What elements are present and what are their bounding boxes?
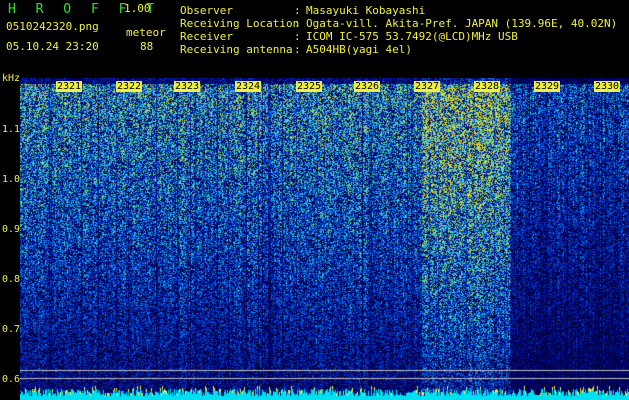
info-separator: : <box>294 4 301 17</box>
x-tick-label: 2326 <box>354 81 381 92</box>
info-key: Observer <box>180 4 233 17</box>
info-row-receiver: Receiver: ICOM IC-575 53.7492(@LCD)MHz US… <box>180 30 617 43</box>
x-tick-label: 2324 <box>235 81 262 92</box>
info-row-location: Receiving Location: Ogata-vill. Akita-Pre… <box>180 17 617 30</box>
info-value: A504HB(yagi 4el) <box>306 43 412 56</box>
info-row-antenna: Receiving antenna: A504HB(yagi 4el) <box>180 43 617 56</box>
info-value: Ogata-vill. Akita-Pref. JAPAN (139.96E, … <box>306 17 618 30</box>
spectrogram <box>20 78 629 400</box>
info-separator: : <box>294 17 301 30</box>
event-count: 88 <box>140 40 154 53</box>
app-version: 1.00 <box>124 2 151 15</box>
x-tick-label: 2322 <box>116 81 143 92</box>
x-tick-label: 2323 <box>174 81 201 92</box>
info-value: Masayuki Kobayashi <box>306 4 426 17</box>
info-separator: : <box>294 30 301 43</box>
y-tick-label: 1.1 <box>2 124 21 135</box>
y-tick-label: 0.9 <box>2 224 21 235</box>
header-panel: H R O F F T 1.00 0510242320.png meteor 0… <box>0 0 629 78</box>
info-separator: : <box>294 43 301 56</box>
file-name: 0510242320.png <box>6 20 99 33</box>
mode-label: meteor <box>126 26 166 39</box>
y-tick-label: 1.0 <box>2 174 21 185</box>
y-tick-label: 0.6 <box>2 374 21 385</box>
y-axis-unit: kHz <box>2 73 21 84</box>
x-tick-label: 2327 <box>414 81 441 92</box>
station-info: Observer: Masayuki Kobayashi Receiving Lo… <box>180 4 617 56</box>
y-tick-label: 0.7 <box>2 324 21 335</box>
x-tick-label: 2328 <box>474 81 501 92</box>
info-key: Receiver <box>180 30 233 43</box>
info-row-observer: Observer: Masayuki Kobayashi <box>180 4 617 17</box>
y-tick-label: 0.8 <box>2 274 21 285</box>
info-value: ICOM IC-575 53.7492(@LCD)MHz USB <box>306 30 518 43</box>
x-tick-label: 2329 <box>534 81 561 92</box>
x-tick-label: 2321 <box>56 81 83 92</box>
x-tick-label: 2330 <box>594 81 621 92</box>
date-time: 05.10.24 23:20 <box>6 40 99 53</box>
x-tick-label: 2325 <box>296 81 323 92</box>
info-key: Receiving Location <box>180 17 300 30</box>
info-key: Receiving antenna <box>180 43 293 56</box>
